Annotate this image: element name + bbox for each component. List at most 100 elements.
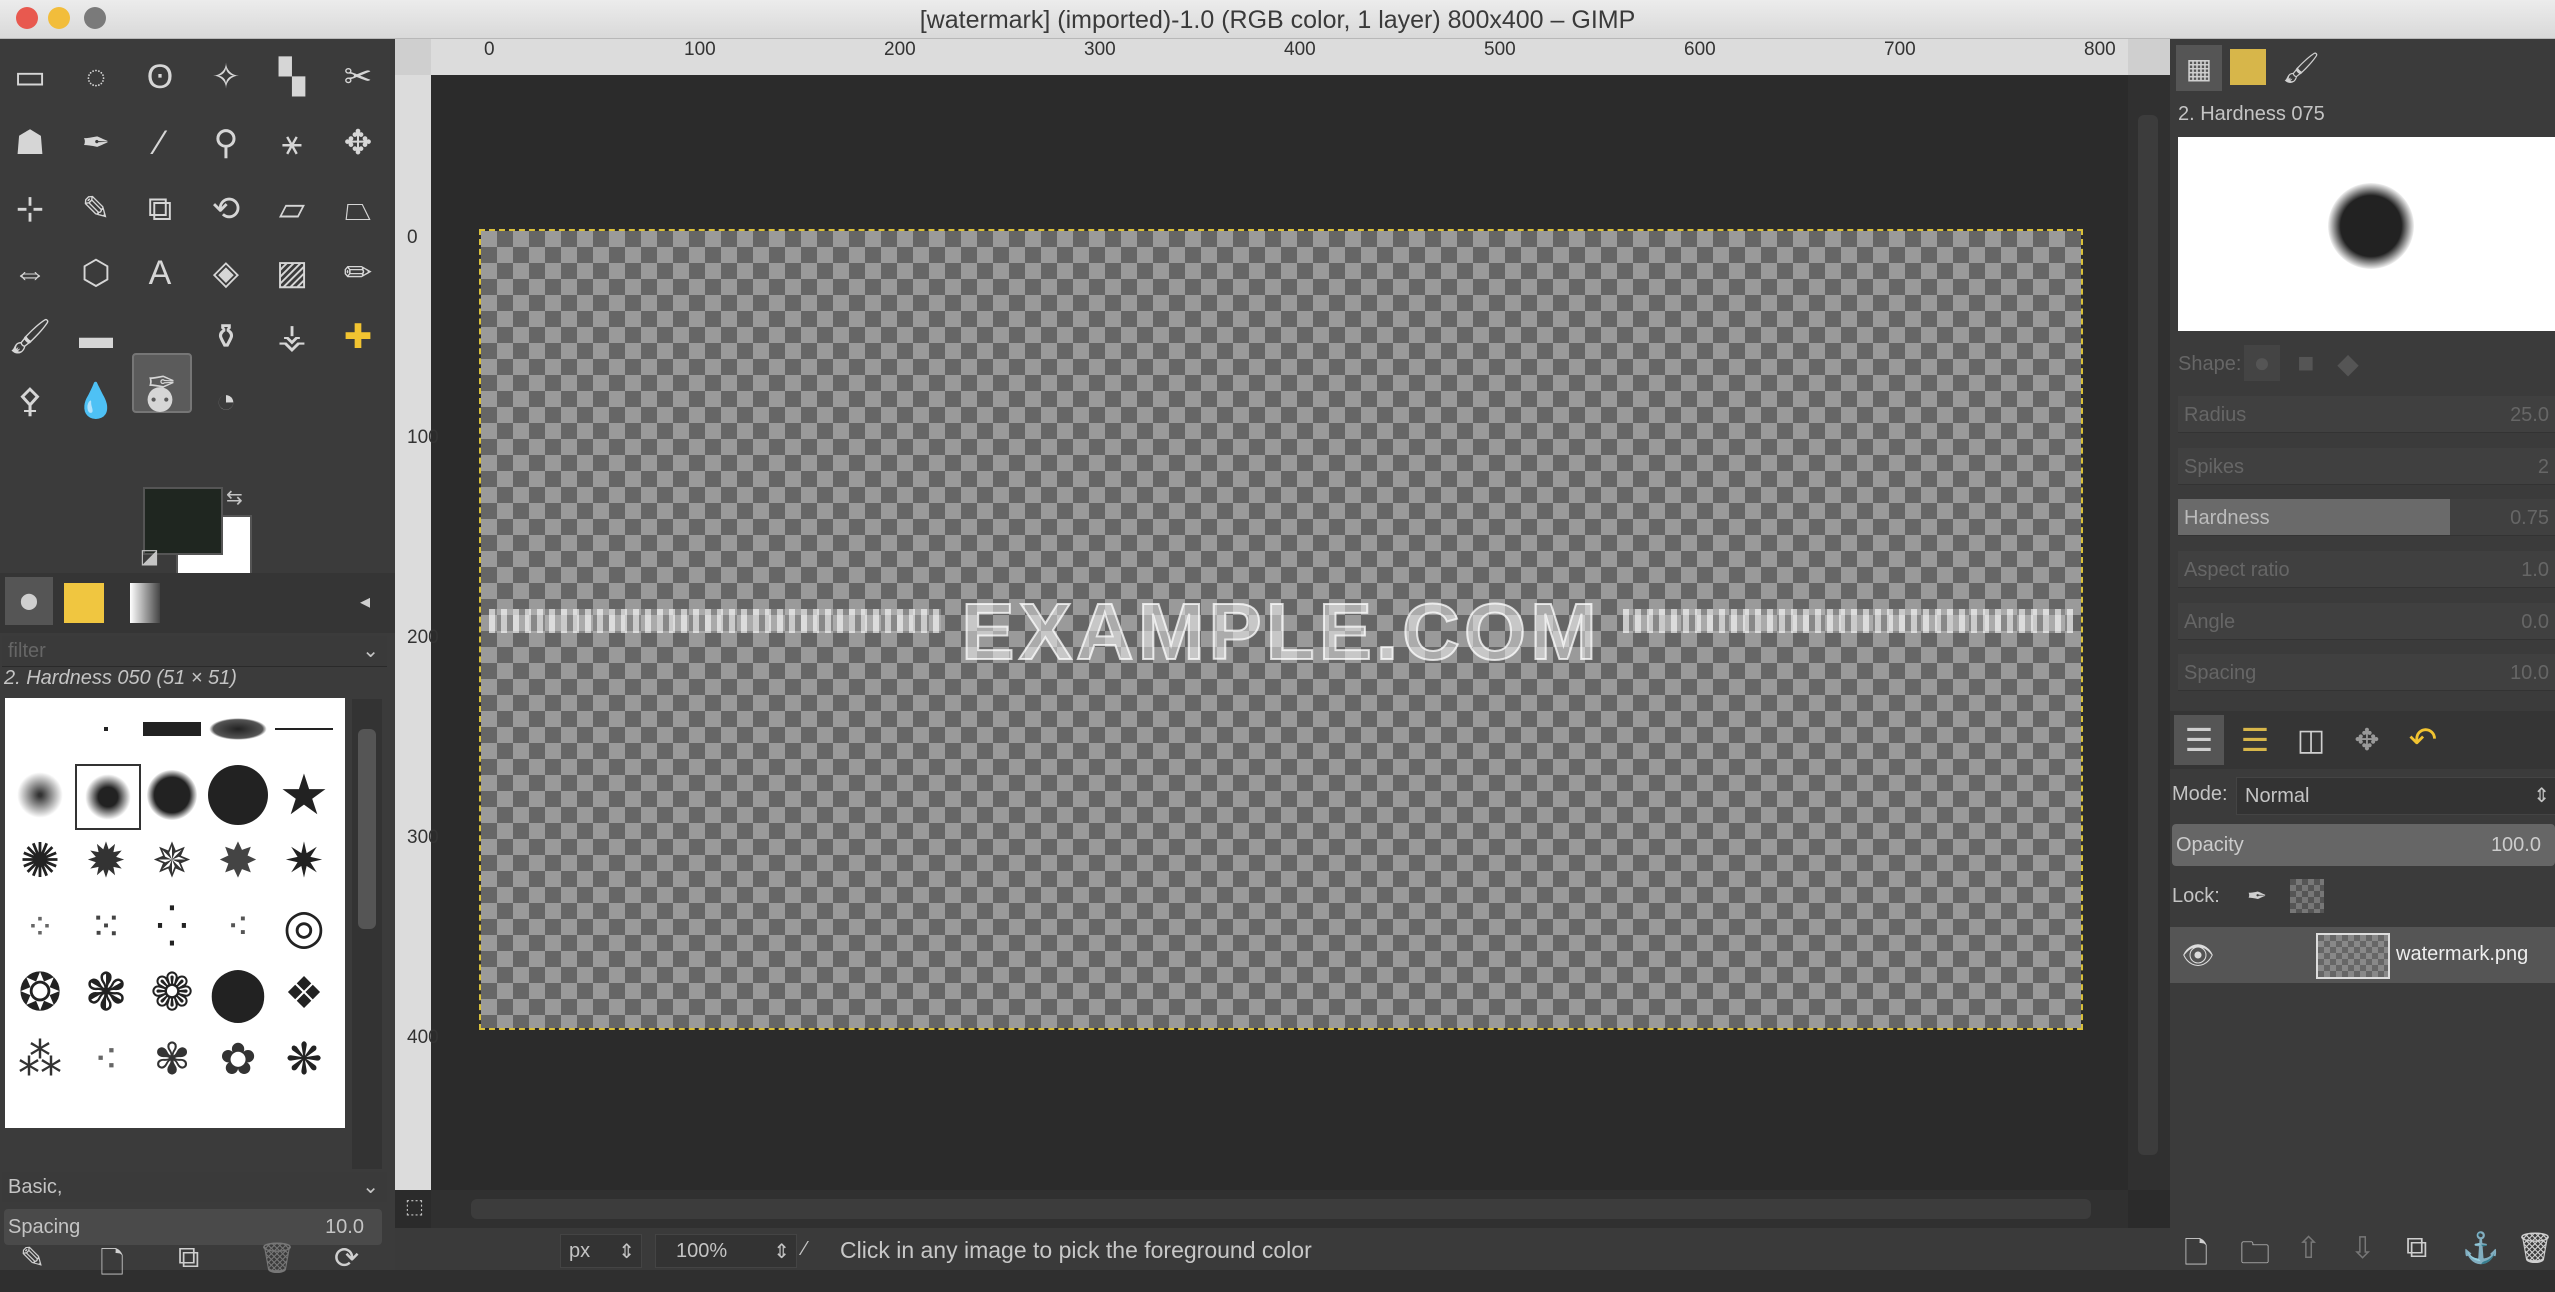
gradients-tab-icon[interactable]	[130, 583, 160, 623]
image-canvas[interactable]: EXAMPLE.COM	[479, 229, 2083, 1030]
paintbrush-tab-icon[interactable]: 🖌	[2278, 45, 2324, 91]
brush-hardness-075-icon[interactable]	[141, 764, 203, 826]
raise-layer-icon[interactable]: ⇧	[2296, 1231, 2321, 1266]
move-icon[interactable]: ✥	[330, 115, 386, 171]
new-layer-icon[interactable]: 🗋	[2184, 1231, 2208, 1282]
paintbrush-icon[interactable]: 🖌	[2, 309, 58, 365]
horizontal-ruler[interactable]: 0 100 200 300 400 500 600 700 800	[431, 39, 2128, 75]
layer-row[interactable]: 👁 watermark.png	[2170, 927, 2555, 983]
brush-texture-2-icon[interactable]: ❃	[75, 962, 137, 1024]
color-picker-icon[interactable]: ⁄	[132, 115, 188, 171]
visibility-eye-icon[interactable]: 👁	[2180, 937, 2216, 973]
new-layer-group-icon[interactable]: 🗀	[2240, 1231, 2270, 1282]
spikes-slider[interactable]: Spikes 2	[2178, 448, 2555, 485]
default-colors-icon[interactable]: ◪	[140, 544, 159, 569]
delete-layer-icon[interactable]: 🗑	[2516, 1231, 2554, 1266]
bucket-fill-icon[interactable]: ◈	[198, 245, 254, 301]
brush-sponge-5-icon[interactable]: ◎	[273, 896, 335, 958]
channels-tab-icon[interactable]: ☰	[2230, 715, 2280, 765]
brush-acrylic-icon[interactable]: ✺	[9, 830, 71, 892]
brush-sponge-4-icon[interactable]: ⁖	[207, 896, 269, 958]
brush-editor-tab-icon[interactable]: ▦	[2176, 45, 2222, 91]
smudge-icon[interactable]: 💧	[68, 373, 124, 429]
swap-colors-icon[interactable]: ⇆	[226, 485, 243, 510]
brush-star-icon[interactable]: ★	[273, 763, 335, 826]
clone-icon[interactable]: ⚶	[264, 309, 320, 365]
brush-texture-icon[interactable]: ❂	[9, 962, 71, 1024]
flip-icon[interactable]: ⇔	[2, 245, 58, 301]
brush-hardness-050-icon[interactable]	[75, 764, 141, 830]
duplicate-layer-icon[interactable]: ⧉	[2406, 1231, 2427, 1265]
align-icon[interactable]: ⊹	[2, 181, 58, 237]
magnify-icon[interactable]: ⚲	[198, 115, 254, 171]
radius-slider[interactable]: Radius 25.0	[2178, 396, 2555, 433]
brush-texture-3-icon[interactable]: ❁	[141, 962, 203, 1024]
crop-icon[interactable]: ⧉	[132, 181, 188, 237]
refresh-brushes-icon[interactable]: ⟳	[334, 1241, 359, 1276]
blend-icon[interactable]: ▨	[264, 245, 320, 301]
quick-mask-corner-icon[interactable]	[395, 39, 431, 75]
brush-pixel-icon[interactable]	[75, 698, 137, 760]
scissors-select-icon[interactable]: ✂	[330, 49, 386, 105]
rotate-icon[interactable]: ⟲	[198, 181, 254, 237]
opacity-slider[interactable]: Opacity 100.0	[2172, 824, 2555, 866]
brush-grunge-4-icon[interactable]: ✿	[207, 1028, 269, 1090]
brush-tag-select[interactable]: Basic, ⌄	[2, 1172, 387, 1202]
foreground-select-icon[interactable]: ☗	[2, 115, 58, 171]
text-icon[interactable]: A	[132, 245, 188, 301]
brushes-tab-icon[interactable]: ⬤	[5, 577, 53, 625]
brush-block-icon[interactable]	[141, 698, 203, 760]
fuzzy-select-icon[interactable]: ✧	[198, 49, 254, 105]
brush-texture-5-icon[interactable]: ❖	[273, 962, 335, 1024]
delete-brush-icon[interactable]: 🗑	[258, 1241, 296, 1276]
brush-grunge-icon[interactable]: ⁂	[9, 1028, 71, 1090]
brush-acrylic-5-icon[interactable]: ✷	[273, 830, 335, 892]
vertical-scrollbar[interactable]	[2128, 75, 2170, 1190]
colormap-tab-icon[interactable]: ✥	[2342, 715, 2392, 765]
dodge-burn-icon[interactable]: ⚉	[132, 373, 188, 429]
angle-slider[interactable]: Angle 0.0	[2178, 603, 2555, 640]
brush-grunge-3-icon[interactable]: ✾	[141, 1028, 203, 1090]
shape-diamond-icon[interactable]: ◆	[2330, 345, 2366, 381]
ellipse-select-icon[interactable]: ◌	[68, 49, 124, 105]
hardness-slider[interactable]: Hardness 0.75	[2178, 499, 2555, 536]
aspect-ratio-slider[interactable]: Aspect ratio 1.0	[2178, 551, 2555, 588]
perspective-icon[interactable]: ⏢	[330, 181, 386, 237]
patterns-tab-icon[interactable]	[64, 583, 104, 623]
shape-square-icon[interactable]: ■	[2288, 345, 2324, 381]
anchor-layer-icon[interactable]: ⚓	[2462, 1231, 2499, 1266]
panel-menu-icon[interactable]: ◂	[360, 589, 370, 614]
brush-hardness-025-icon[interactable]	[9, 764, 71, 826]
shape-circle-icon[interactable]: ●	[2244, 345, 2280, 381]
brush-hardness-100-icon[interactable]	[207, 764, 269, 826]
spacing-slider[interactable]: Spacing 10.0	[2178, 654, 2555, 691]
brush-grunge-2-icon[interactable]: ⁖	[75, 1028, 137, 1090]
toggle-quick-mask-icon[interactable]: ⬚	[405, 1194, 424, 1219]
brush-acrylic-3-icon[interactable]: ✵	[141, 830, 203, 892]
color-select-icon[interactable]: ▚	[264, 49, 320, 105]
layer-mode-select[interactable]: Normal ⇕	[2236, 777, 2555, 815]
cage-transform-icon[interactable]: ⬡	[68, 245, 124, 301]
shear-icon[interactable]: ▱	[264, 181, 320, 237]
brush-acrylic-2-icon[interactable]: ✹	[75, 830, 137, 892]
paths-icon[interactable]: ✒	[68, 115, 124, 171]
zoom-select[interactable]: 100% ⇕	[655, 1234, 797, 1268]
lock-alpha-icon[interactable]	[2290, 879, 2324, 913]
layers-tab-icon[interactable]: ☰	[2174, 715, 2224, 765]
scrollbar-thumb[interactable]	[471, 1199, 2091, 1219]
free-select-icon[interactable]: ʘ	[132, 49, 188, 105]
pencil-icon[interactable]: ✏	[330, 245, 386, 301]
brush-grunge-5-icon[interactable]: ❋	[273, 1028, 335, 1090]
unit-select[interactable]: px ⇕	[560, 1234, 642, 1268]
brush-grid-scrollbar[interactable]	[352, 699, 382, 1169]
brush-filter-input[interactable]: filter ⌄	[2, 636, 387, 667]
eraser-icon[interactable]: ▬	[68, 309, 124, 365]
scrollbar-thumb[interactable]	[2138, 115, 2158, 1155]
brush-grid[interactable]: ★ ✺ ✹ ✵ ✸ ✷ ⁘ ⁙ ⁛ ⁖ ◎ ❂ ❃ ❁ ⬤ ❖ ⁂ ⁖ ✾ ✿ …	[5, 698, 345, 1128]
perspective-clone-icon[interactable]: ⚴	[2, 373, 58, 429]
paths-tab-icon[interactable]: ◫	[2286, 715, 2336, 765]
brush-line-icon[interactable]	[273, 698, 335, 760]
lock-pixels-icon[interactable]: ✒	[2240, 879, 2274, 913]
ink-icon[interactable]: ⚱	[198, 309, 254, 365]
brush-ellipse-icon[interactable]	[207, 698, 269, 760]
